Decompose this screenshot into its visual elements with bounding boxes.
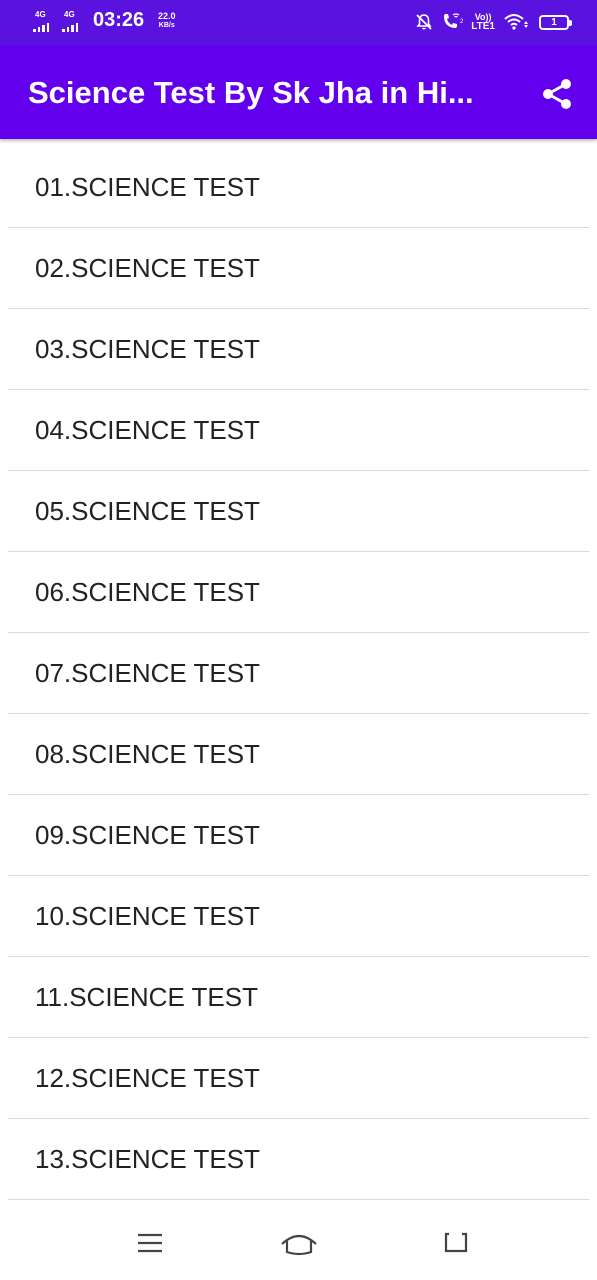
battery-level: 1 (551, 16, 557, 28)
clock: 03:26 (93, 9, 145, 31)
menu-icon (138, 1233, 162, 1253)
list-item[interactable]: 04.SCIENCE TEST (8, 390, 589, 471)
app-title: Science Test By Sk Jha in Hi... (28, 75, 474, 110)
signal-bars-icon (62, 23, 78, 32)
list-item-label: 12.SCIENCE TEST (35, 1062, 260, 1093)
status-icons: 2 Vo)) LTE1 1 (415, 9, 572, 35)
sim2-network-label: 4G (64, 10, 75, 19)
list-item[interactable]: 09.SCIENCE TEST (8, 795, 589, 876)
list-item-label: 06.SCIENCE TEST (35, 576, 260, 607)
list-item[interactable]: 02.SCIENCE TEST (8, 228, 589, 309)
volte-bottom-label: LTE1 (471, 21, 495, 32)
list-item[interactable]: 12.SCIENCE TEST (8, 1038, 589, 1119)
network-speed-value: 22.0 (158, 11, 176, 21)
list-item[interactable]: 01.SCIENCE TEST (8, 147, 589, 228)
battery-icon: 1 (539, 14, 572, 30)
list-item-label: 01.SCIENCE TEST (35, 171, 260, 202)
list-item-label: 03.SCIENCE TEST (35, 333, 260, 364)
svg-text:2: 2 (460, 19, 463, 25)
sim1-network-label: 4G (35, 10, 46, 19)
list-item-label: 02.SCIENCE TEST (35, 252, 260, 283)
wifi-calling-icon: 2 (444, 13, 463, 28)
network-speed-unit: KB/s (158, 22, 175, 29)
network-speed: 22.0 KB/s (158, 12, 176, 30)
recent-apps-button[interactable] (128, 1223, 172, 1263)
test-list: 01.SCIENCE TEST 02.SCIENCE TEST 03.SCIEN… (0, 147, 597, 1200)
list-item[interactable]: 08.SCIENCE TEST (8, 714, 589, 795)
share-button[interactable] (535, 72, 579, 116)
volte-indicator: Vo)) LTE1 (471, 13, 495, 32)
system-nav-bar (0, 1205, 597, 1280)
list-item-label: 05.SCIENCE TEST (35, 495, 260, 526)
list-item[interactable]: 03.SCIENCE TEST (8, 309, 589, 390)
list-item[interactable]: 06.SCIENCE TEST (8, 552, 589, 633)
back-button[interactable] (433, 1223, 477, 1263)
list-item-label: 11.SCIENCE TEST (35, 981, 258, 1012)
list-item-label: 13.SCIENCE TEST (35, 1143, 260, 1174)
list-item-label: 04.SCIENCE TEST (35, 414, 260, 445)
status-bar: 4G 4G 03:26 22.0 KB/s 2 Vo)) LTE1 1 (0, 0, 597, 45)
mute-bell-icon (416, 14, 432, 30)
list-item-label: 10.SCIENCE TEST (35, 900, 260, 931)
home-button[interactable] (277, 1223, 321, 1263)
list-item-label: 07.SCIENCE TEST (35, 657, 260, 688)
list-item[interactable]: 10.SCIENCE TEST (8, 876, 589, 957)
signal-bars-icon (33, 23, 49, 32)
wifi-icon (504, 14, 528, 30)
list-item[interactable]: 05.SCIENCE TEST (8, 471, 589, 552)
list-item[interactable]: 13.SCIENCE TEST (8, 1119, 589, 1200)
list-item-label: 09.SCIENCE TEST (35, 819, 260, 850)
list-item-label: 08.SCIENCE TEST (35, 738, 260, 769)
back-icon (444, 1232, 468, 1253)
list-item[interactable]: 11.SCIENCE TEST (8, 957, 589, 1038)
app-bar: Science Test By Sk Jha in Hi... (0, 45, 597, 139)
list-item[interactable]: 07.SCIENCE TEST (8, 633, 589, 714)
home-icon (281, 1234, 317, 1256)
share-icon (543, 79, 571, 109)
